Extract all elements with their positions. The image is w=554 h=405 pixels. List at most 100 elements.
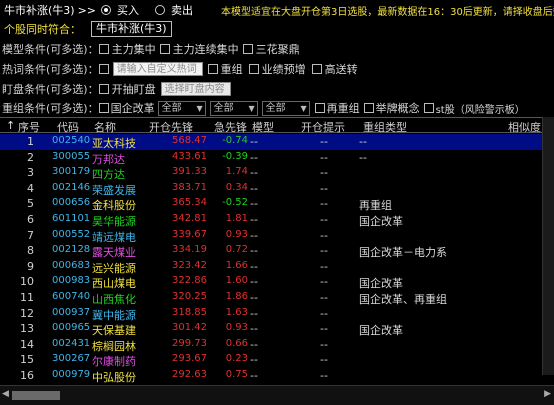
row-open-tip: --: [320, 337, 328, 351]
header-price[interactable]: 开仓先锋: [149, 119, 193, 135]
watch-content-button[interactable]: 选择盯盘内容: [160, 82, 231, 96]
row-code: 000552: [52, 228, 91, 240]
vertical-scrollbar[interactable]: [542, 117, 554, 375]
row-price: 391.33: [172, 166, 207, 178]
row-change: 1.60: [225, 275, 248, 287]
header-model[interactable]: 模型: [252, 119, 274, 135]
row-price: 318.85: [172, 306, 207, 318]
scroll-thumb[interactable]: [12, 391, 60, 400]
bonus-hot-checkbox[interactable]: [311, 64, 322, 74]
hotword-input[interactable]: 请输入自定义热词: [112, 62, 203, 76]
st-checkbox[interactable]: [423, 103, 434, 113]
header-code[interactable]: 代码: [57, 119, 79, 135]
hotword-conditions-label: 热词条件(可多选)：: [2, 63, 99, 76]
table-row[interactable]: 5 000656 金科股份 365.34 -0.52 -- -- 再重组: [0, 196, 542, 212]
soe-reform-option: 国企改革: [110, 102, 155, 115]
row-open-tip: --: [320, 135, 328, 148]
row-price: 365.34: [172, 197, 207, 209]
reorg-select-2[interactable]: 全部 ▼: [209, 100, 258, 116]
model-option-1: 主力集中: [111, 43, 156, 56]
table-row[interactable]: 6 601101 昊华能源 342.81 1.81 -- -- 国企改革: [0, 212, 542, 228]
row-change: 0.93: [225, 322, 248, 334]
table-row[interactable]: 16 000979 中弘股份 292.63 0.75 -- --: [0, 368, 542, 384]
row-change: 0.23: [225, 353, 248, 365]
row-index: 2: [27, 150, 34, 164]
table-row[interactable]: 15 300267 尔康制药 293.67 0.23 -- --: [0, 352, 542, 368]
row-model: --: [250, 228, 258, 242]
row-price: 383.71: [172, 181, 207, 193]
model-conditions-row: 模型条件(可多选)： 主力集中 主力连续集中 三花聚鼎: [2, 42, 300, 56]
buy-radio[interactable]: [101, 5, 111, 15]
row-change: 1.81: [225, 212, 248, 224]
row-code: 002431: [52, 337, 91, 349]
reorg-select-3-value: 全部: [265, 102, 286, 114]
row-model: --: [250, 337, 258, 351]
reorg-hot-checkbox[interactable]: [207, 64, 218, 74]
table-row[interactable]: 14 002431 棕榈园林 299.73 0.66 -- --: [0, 337, 542, 353]
stock-match-label: 个股同时符合：: [4, 23, 81, 36]
row-code: 002540: [52, 135, 91, 146]
header-name[interactable]: 名称: [94, 119, 116, 135]
header-reorg-type[interactable]: 重组类型: [363, 119, 407, 135]
table-row[interactable]: 12 000937 冀中能源 318.85 1.63 -- --: [0, 306, 542, 322]
row-code: 000979: [52, 368, 91, 380]
row-reorg-type: 国企改革－电力系: [359, 246, 447, 260]
row-open-tip: --: [320, 306, 328, 320]
row-code: 000983: [52, 275, 91, 287]
reorg-again-checkbox[interactable]: [314, 103, 325, 113]
placard-checkbox[interactable]: [363, 103, 374, 113]
row-name: 棕榈园林: [92, 339, 136, 353]
table-row[interactable]: 4 002146 荣盛发展 383.71 0.34 -- --: [0, 181, 542, 197]
row-price: 323.42: [172, 259, 207, 271]
reorg-select-1[interactable]: 全部 ▼: [157, 100, 206, 116]
stock-table-body: 1 002540 亚太科技 568.47 -0.74 -- -- -- 2 300055 万邦达 43…: [0, 134, 542, 400]
row-name: 冀中能源: [92, 308, 136, 322]
row-code: 000937: [52, 306, 91, 318]
row-open-tip: --: [320, 244, 328, 258]
hotword-checkbox[interactable]: [98, 64, 109, 74]
model-checkbox-3[interactable]: [242, 44, 253, 54]
stock-match-value[interactable]: 牛市补涨(牛3): [91, 21, 172, 37]
model-checkbox-2[interactable]: [159, 44, 170, 54]
model-conditions-label: 模型条件(可多选)：: [2, 43, 99, 56]
row-model: --: [250, 166, 258, 180]
soe-reform-checkbox[interactable]: [98, 103, 109, 113]
table-row[interactable]: 7 000552 靖远煤电 339.67 0.93 -- --: [0, 228, 542, 244]
buy-option[interactable]: 买入: [101, 3, 139, 17]
expand-chevrons-icon[interactable]: >>: [78, 4, 96, 17]
table-row[interactable]: 1 002540 亚太科技 568.47 -0.74 -- -- --: [0, 134, 542, 150]
row-name: 昊华能源: [92, 214, 136, 228]
hot-option-2: 业绩预增: [261, 63, 306, 76]
table-row[interactable]: 13 000965 天保基建 301.42 0.93 -- -- 国企改革: [0, 321, 542, 337]
row-model: --: [250, 368, 258, 382]
row-index: 1: [27, 135, 34, 148]
title-bar: 牛市补涨(牛3) >>: [4, 3, 96, 18]
row-code: 601101: [52, 212, 91, 224]
scroll-right-icon[interactable]: ▶: [544, 389, 551, 399]
sell-option[interactable]: 卖出: [155, 3, 193, 17]
row-change: 0.66: [225, 337, 248, 349]
sell-radio[interactable]: [155, 5, 165, 15]
table-row[interactable]: 11 600740 山西焦化 320.25 1.86 -- -- 国企改革、再重组: [0, 290, 542, 306]
sort-arrow-icon[interactable]: ↑: [6, 119, 15, 132]
header-index[interactable]: 序号: [18, 119, 40, 135]
header-similarity[interactable]: 相似度: [508, 119, 541, 135]
scroll-left-icon[interactable]: ◀: [2, 389, 9, 399]
table-row[interactable]: 10 000983 西山煤电 322.86 1.60 -- -- 国企改革: [0, 274, 542, 290]
table-row[interactable]: 2 300055 万邦达 433.61 -0.39 -- -- --: [0, 150, 542, 166]
row-open-tip: --: [320, 275, 328, 289]
reorg-select-3[interactable]: 全部 ▼: [261, 100, 310, 116]
row-index: 7: [27, 228, 34, 242]
table-row[interactable]: 9 000683 远兴能源 323.42 1.66 -- --: [0, 259, 542, 275]
perf-hot-checkbox[interactable]: [248, 64, 259, 74]
header-pioneer[interactable]: 急先锋: [214, 119, 247, 135]
header-open-tip[interactable]: 开仓提示: [301, 119, 345, 135]
table-row[interactable]: 8 002128 露天煤业 334.19 0.72 -- -- 国企改革－电力系: [0, 243, 542, 259]
row-change: 1.74: [225, 166, 248, 178]
row-index: 5: [27, 197, 34, 211]
watch-checkbox[interactable]: [98, 84, 109, 94]
row-name: 山西焦化: [92, 292, 136, 306]
model-checkbox-1[interactable]: [98, 44, 109, 54]
horizontal-scrollbar[interactable]: ◀ ▶: [0, 385, 554, 405]
table-row[interactable]: 3 300179 四方达 391.33 1.74 -- --: [0, 165, 542, 181]
